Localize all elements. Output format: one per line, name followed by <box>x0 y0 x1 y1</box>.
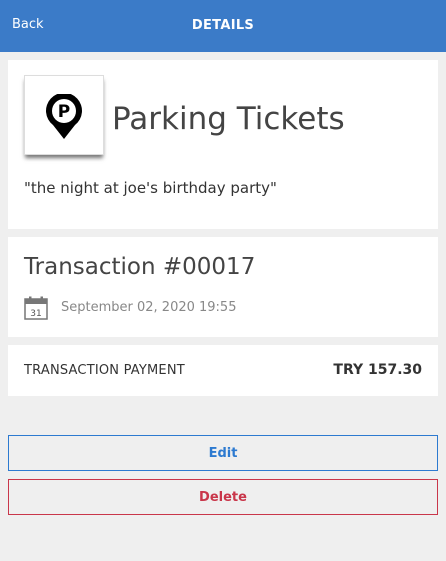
transaction-card: Transaction #00017 31 September 02, 2020… <box>8 237 438 337</box>
payment-amount: TRY 157.30 <box>333 362 422 378</box>
category-card: P Parking Tickets "the night at joe's bi… <box>8 60 438 229</box>
parking-icon-letter: P <box>58 102 70 122</box>
edit-button[interactable]: Edit <box>8 435 438 471</box>
category-name: Parking Tickets <box>112 101 345 137</box>
parking-pin-icon: P <box>46 94 82 139</box>
calendar-day: 31 <box>30 309 41 319</box>
transaction-title: Transaction #00017 <box>24 254 256 280</box>
delete-button[interactable]: Delete <box>8 479 438 515</box>
transaction-date: September 02, 2020 19:55 <box>61 300 237 315</box>
transaction-note: "the night at joe's birthday party" <box>24 179 277 197</box>
top-bar: Back DETAILS <box>0 0 446 52</box>
page-title: DETAILS <box>191 18 255 33</box>
payment-label: TRANSACTION PAYMENT <box>24 363 185 378</box>
payment-card: TRANSACTION PAYMENT TRY 157.30 <box>8 345 438 396</box>
calendar-icon: 31 <box>24 296 48 320</box>
category-icon-tile: P <box>24 75 104 155</box>
